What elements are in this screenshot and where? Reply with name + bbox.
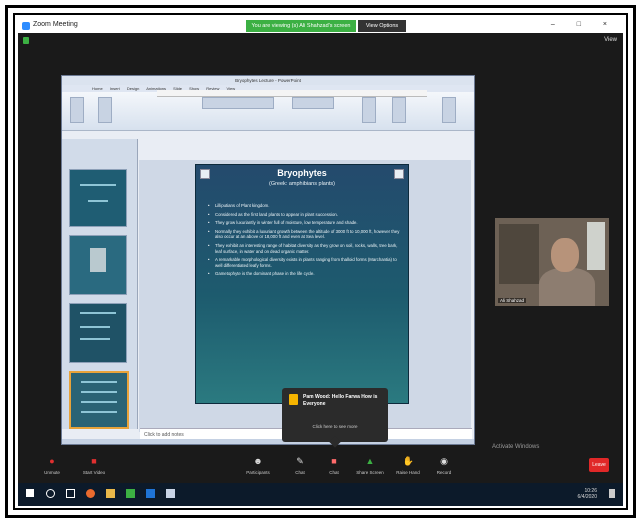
record-label: Record [436, 470, 452, 475]
participant-video[interactable]: Ali Shahzad [495, 218, 609, 306]
zoom-logo-icon [22, 22, 30, 30]
shapes-icon[interactable] [362, 97, 376, 123]
zoom-screen: Zoom Meeting You are viewing (s) Ali Sha… [18, 19, 623, 506]
slide-thumbnail[interactable] [69, 235, 127, 295]
background-window [587, 222, 605, 270]
chat-see-more-link[interactable]: Click here to see more [282, 424, 388, 429]
spreadsheet-icon[interactable] [126, 489, 135, 498]
share-screen-button[interactable]: ▲ Share Screen [356, 456, 384, 475]
new-slide-icon[interactable] [98, 97, 112, 123]
activate-line-1: Activate Windows [492, 444, 540, 450]
font-box-icon[interactable] [202, 97, 274, 109]
slide-title: Bryophytes [277, 168, 327, 178]
slide-thumbnail[interactable] [69, 303, 127, 363]
participants-icon: ☻ [253, 456, 263, 466]
view-options-button[interactable]: View Options [358, 20, 406, 32]
record-icon: ◉ [440, 456, 448, 466]
chat-message-text: Pam Wood: Hello Farwa How is Everyone [303, 394, 378, 407]
windows-taskbar: 10:26 6/4/2020 [18, 483, 623, 506]
view-button[interactable]: View [604, 37, 617, 43]
chat-notification-popup[interactable]: Pam Wood: Hello Farwa How is Everyone Cl… [282, 388, 388, 448]
zoom-window-title: Zoom Meeting [33, 21, 78, 28]
word-icon[interactable] [166, 489, 175, 498]
search-icon[interactable] [46, 489, 55, 498]
paragraph-icon[interactable] [292, 97, 334, 109]
record-button[interactable]: ◉ Record [430, 456, 458, 475]
microphone-muted-icon: ● [49, 456, 55, 466]
zoom-title-bar: Zoom Meeting You are viewing (s) Ali Sha… [18, 19, 623, 33]
chat-avatar-icon [289, 394, 298, 405]
hand-icon: ✋ [402, 456, 414, 466]
slide-subtitle: (Greek: amphibians plants) [268, 181, 336, 187]
screen-share-banner: You are viewing (s) Ali Shahzad's screen [246, 20, 356, 32]
raise-hand-button[interactable]: ✋ Raise Hand [394, 456, 422, 475]
shared-powerpoint-window: Bryophytes Lecture - PowerPoint Home Ins… [61, 75, 475, 445]
leave-meeting-button[interactable]: Leave [589, 458, 609, 472]
participants-label: Participants [246, 470, 270, 475]
find-icon[interactable] [442, 97, 456, 123]
tray-date: 6/4/2020 [577, 494, 597, 500]
start-video-button[interactable]: ■ Start Video [80, 456, 108, 475]
slide-bullet: Gametophyte is the dominant phase in the… [208, 271, 400, 277]
unmute-label: Unmute [44, 470, 60, 475]
slide-bullet: They exhibit an interesting range of hab… [208, 243, 400, 254]
window-controls[interactable]: – □ × [551, 21, 617, 28]
system-tray-clock[interactable]: 10:26 6/4/2020 [578, 488, 597, 500]
slide-thumbnail-selected[interactable] [69, 371, 129, 429]
participant-body [539, 268, 595, 306]
meeting-toolbar: ● Unmute ■ Start Video ☻ Participants ✎ … [18, 452, 623, 482]
paste-icon[interactable] [70, 97, 84, 123]
firefox-icon[interactable] [86, 489, 95, 498]
slide-bullet: A remarkable morphological diversity exi… [208, 257, 400, 268]
ppt-ribbon[interactable] [62, 92, 474, 131]
chat-label: Chat [295, 470, 305, 475]
zoom-taskbar-icon[interactable] [146, 489, 155, 498]
slide-bullet: They grow luxuriantly in winter full of … [208, 220, 400, 226]
notification-icon[interactable] [609, 489, 615, 498]
task-view-icon[interactable] [66, 489, 75, 498]
background-shelf [499, 224, 539, 284]
unmute-button[interactable]: ● Unmute [38, 456, 66, 475]
arrange-icon[interactable] [392, 97, 406, 123]
participant-name: Ali Shahzad [498, 298, 527, 303]
slide-bullet: Considered as the first land plants to a… [208, 212, 400, 218]
chat-button[interactable]: ✎ Chat [286, 456, 314, 475]
share-screen-icon: ▲ [365, 456, 375, 466]
chat-label-2: Chat [329, 470, 339, 475]
slide-thumbnail[interactable] [69, 169, 127, 227]
chat-bubble-icon: ■ [331, 456, 337, 466]
ruler [157, 90, 427, 97]
windows-start-icon[interactable] [26, 489, 34, 497]
ppt-title-bar: Bryophytes Lecture - PowerPoint [62, 76, 474, 85]
file-explorer-icon[interactable] [106, 489, 115, 498]
chat-icon: ✎ [296, 456, 304, 466]
slide-bullet: Lilliputians of Plant kingdom. [208, 203, 400, 209]
raise-hand-label: Raise Hand [396, 470, 420, 475]
shield-icon [23, 37, 29, 44]
chat-button-2[interactable]: ■ Chat [320, 456, 348, 475]
ppt-status-bar [62, 439, 474, 444]
current-slide[interactable]: Bryophytes (Greek: amphibians plants) Li… [195, 164, 409, 404]
slide-thumbnails-panel [62, 139, 138, 429]
start-video-label: Start Video [82, 470, 106, 475]
slide-bullet-list: Lilliputians of Plant kingdom. Considere… [208, 203, 400, 280]
video-off-icon: ■ [91, 456, 97, 466]
share-screen-label: Share Screen [356, 470, 384, 475]
participants-button[interactable]: ☻ Participants [244, 456, 272, 475]
popup-pointer [329, 436, 341, 448]
slide-bullet: Normally they exhibit a luxuriant growth… [208, 229, 400, 240]
participant-head [551, 238, 579, 272]
